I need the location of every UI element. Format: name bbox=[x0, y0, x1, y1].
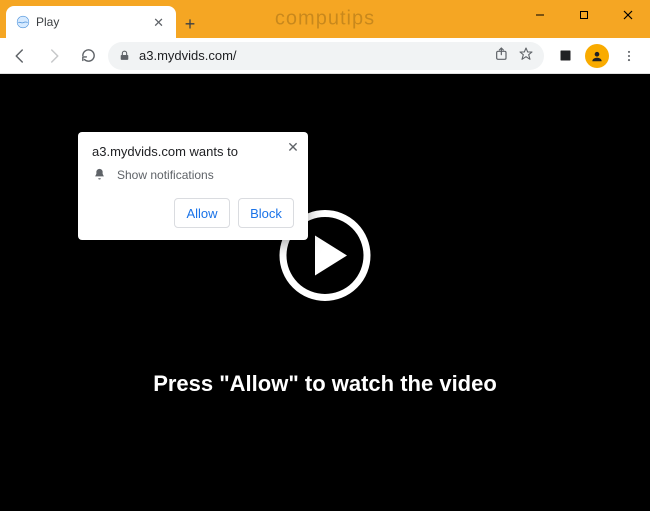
popup-close-icon[interactable]: ✕ bbox=[284, 138, 302, 156]
popup-title: a3.mydvids.com wants to bbox=[92, 144, 294, 159]
popup-permission-row: Show notifications bbox=[92, 167, 294, 182]
notification-permission-popup: ✕ a3.mydvids.com wants to Show notificat… bbox=[78, 132, 308, 240]
page-caption: Press "Allow" to watch the video bbox=[0, 371, 650, 397]
browser-tab[interactable]: Play ✕ bbox=[6, 6, 176, 38]
back-button[interactable] bbox=[6, 42, 34, 70]
watermark-text: computips bbox=[275, 8, 375, 31]
url-text: a3.mydvids.com/ bbox=[139, 48, 486, 63]
page-content: Press "Allow" to watch the video ✕ a3.my… bbox=[0, 74, 650, 511]
bookmark-icon[interactable] bbox=[518, 46, 534, 65]
lock-icon bbox=[118, 49, 131, 62]
tab-title: Play bbox=[36, 15, 145, 29]
new-tab-button[interactable]: + bbox=[176, 10, 204, 38]
forward-button[interactable] bbox=[40, 42, 68, 70]
window-minimize-button[interactable] bbox=[518, 0, 562, 30]
browser-toolbar: a3.mydvids.com/ bbox=[0, 38, 650, 74]
tab-strip: Play ✕ + bbox=[0, 0, 204, 38]
block-button[interactable]: Block bbox=[238, 198, 294, 228]
extensions-icon[interactable] bbox=[550, 42, 580, 70]
popup-permission-label: Show notifications bbox=[117, 168, 214, 182]
toolbar-right-icons bbox=[550, 42, 644, 70]
profile-avatar[interactable] bbox=[582, 42, 612, 70]
tab-close-icon[interactable]: ✕ bbox=[151, 16, 166, 29]
window-close-button[interactable] bbox=[606, 0, 650, 30]
share-icon[interactable] bbox=[494, 46, 510, 65]
reload-button[interactable] bbox=[74, 42, 102, 70]
browser-titlebar: Play ✕ + computips bbox=[0, 0, 650, 38]
allow-button[interactable]: Allow bbox=[174, 198, 230, 228]
window-controls bbox=[518, 0, 650, 30]
tab-favicon bbox=[16, 15, 30, 29]
menu-icon[interactable] bbox=[614, 42, 644, 70]
window-maximize-button[interactable] bbox=[562, 0, 606, 30]
address-bar[interactable]: a3.mydvids.com/ bbox=[108, 42, 544, 70]
bell-icon bbox=[92, 167, 107, 182]
popup-buttons: Allow Block bbox=[92, 198, 294, 228]
